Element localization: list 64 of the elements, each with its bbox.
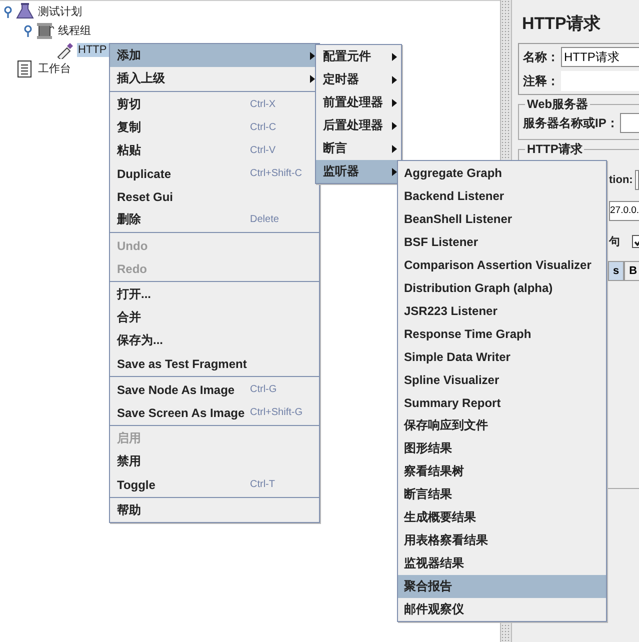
menu-item[interactable]: 图形结果: [398, 437, 606, 460]
menu-item[interactable]: Response Time Graph: [398, 322, 606, 345]
menu-item[interactable]: 打开...: [110, 283, 319, 306]
menu-item[interactable]: Distribution Graph (alpha): [398, 276, 606, 299]
menu-item[interactable]: Reset Gui: [110, 185, 319, 208]
shortcut-label: Ctrl+Shift-G: [250, 407, 303, 418]
field-label: 名称：: [523, 48, 559, 66]
menu-item[interactable]: 断言: [316, 137, 401, 160]
menu-item[interactable]: Save Screen As Image Ctrl+Shift-G: [110, 401, 319, 424]
tab[interactable]: s: [608, 261, 624, 281]
menu-item[interactable]: 配置元件: [316, 45, 401, 68]
menu-item[interactable]: 生成概要结果: [398, 506, 606, 529]
menu-item[interactable]: 断言结果: [398, 483, 606, 506]
group-title: HTTP请求: [525, 141, 584, 158]
menu-item[interactable]: 合并: [110, 306, 319, 329]
tab[interactable]: B: [624, 261, 639, 281]
menu-item[interactable]: Summary Report: [398, 391, 606, 414]
input-field[interactable]: 27.0.0.: [609, 200, 639, 220]
tree-node[interactable]: 线程组: [57, 22, 94, 39]
menu-item[interactable]: Duplicate Ctrl+Shift-C: [110, 162, 319, 185]
menu-item[interactable]: JSR223 Listener: [398, 299, 606, 322]
menu-item[interactable]: 监视器结果: [398, 552, 606, 575]
shortcut-label: Ctrl-T: [250, 479, 275, 490]
shortcut-label: Ctrl-G: [250, 384, 277, 395]
name-field[interactable]: HTTP请求: [561, 47, 639, 67]
menu-item[interactable]: Simple Data Writer: [398, 345, 606, 368]
tree-node[interactable]: 测试计划: [37, 3, 85, 20]
menu-item[interactable]: 帮助: [110, 499, 319, 522]
group-title: Web服务器: [525, 96, 590, 113]
tree-node[interactable]: HTTP: [77, 42, 110, 56]
menu-item[interactable]: Toggle Ctrl-T: [110, 473, 319, 496]
menu-item[interactable]: BSF Listener: [398, 230, 606, 253]
shortcut-label: Ctrl+Shift-C: [250, 168, 302, 179]
menu-item[interactable]: Comparison Assertion Visualizer: [398, 253, 606, 276]
menu-item[interactable]: Aggregate Graph: [398, 161, 606, 184]
menu-item[interactable]: Spline Visualizer: [398, 368, 606, 391]
menu-item[interactable]: Save Node As Image Ctrl-G: [110, 378, 319, 401]
menu-item[interactable]: 禁用: [110, 450, 319, 473]
menu-item[interactable]: 保存为...: [110, 329, 319, 352]
panel-title: HTTP请求: [522, 13, 602, 35]
field-label: 句: [609, 234, 620, 249]
field-label: 服务器名称或IP：: [523, 114, 618, 132]
tree-node[interactable]: 工作台: [37, 60, 74, 77]
menu-item[interactable]: 复制 Ctrl-C: [110, 116, 319, 139]
field-label: 注释：: [523, 72, 559, 90]
menu-item[interactable]: 聚合报告: [398, 575, 606, 598]
menu-item[interactable]: 保存响应到文件: [398, 414, 606, 437]
menu-item[interactable]: 剪切 Ctrl-X: [110, 93, 319, 116]
menu-item[interactable]: BeanShell Listener: [398, 207, 606, 230]
menu-item[interactable]: 察看结果树: [398, 460, 606, 483]
shortcut-label: Delete: [250, 214, 279, 225]
field-label: tion:: [609, 174, 633, 186]
menu-item[interactable]: 前置处理器: [316, 91, 401, 114]
shortcut-label: Ctrl-V: [250, 145, 276, 156]
shortcut-label: Ctrl-X: [250, 99, 276, 110]
menu-item[interactable]: 用表格察看结果: [398, 529, 606, 552]
menu-item[interactable]: Save as Test Fragment: [110, 352, 319, 375]
shortcut-label: Ctrl-C: [250, 122, 276, 133]
menu-item[interactable]: 定时器: [316, 68, 401, 91]
menu-item[interactable]: Backend Listener: [398, 184, 606, 207]
menu-item[interactable]: 删除 Delete: [110, 208, 319, 231]
menu-item[interactable]: 后置处理器: [316, 114, 401, 137]
menu-item[interactable]: 邮件观察仪: [398, 598, 606, 621]
menu-item[interactable]: 粘贴 Ctrl-V: [110, 139, 319, 162]
